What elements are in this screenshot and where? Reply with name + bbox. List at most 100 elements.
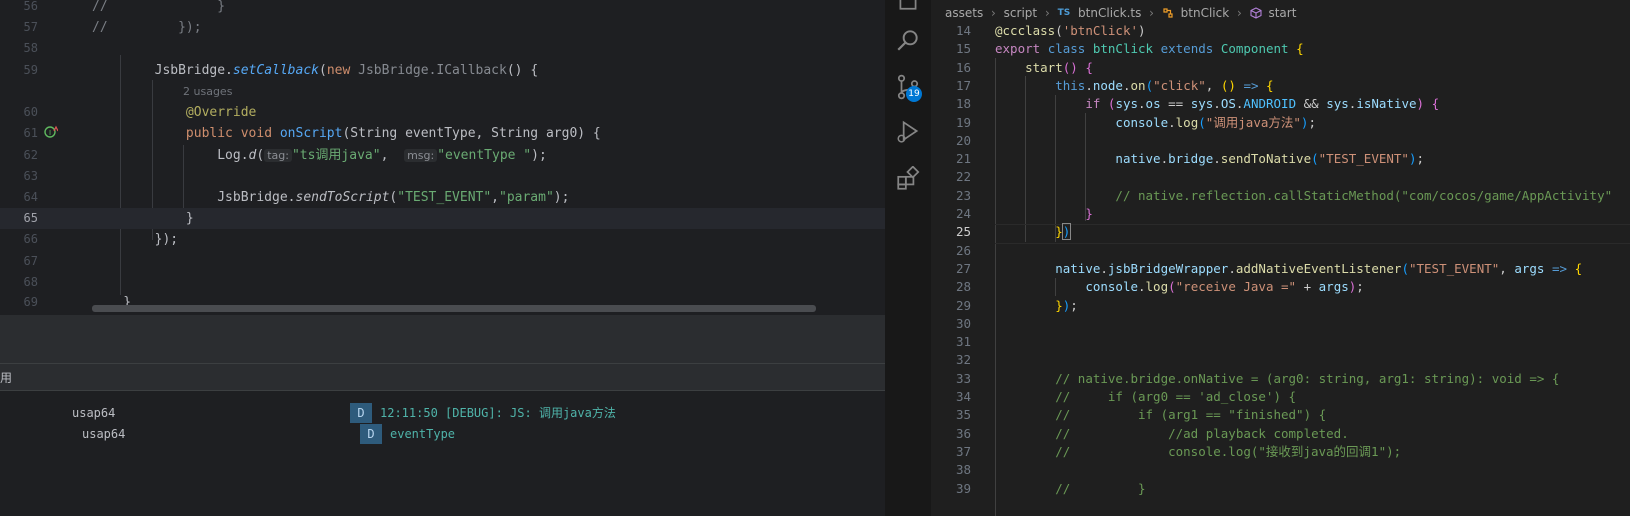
vscode-editor-pane: assets › script › TS btnClick.ts › btnCl… bbox=[931, 0, 1630, 516]
code-text[interactable]: public void onScript(String eventType, S… bbox=[92, 123, 601, 144]
code-line[interactable]: 34 // if (arg0 == 'ad_close') { bbox=[931, 388, 1630, 406]
code-line[interactable]: 15 export class btnClick extends Componen… bbox=[931, 40, 1630, 58]
line-number: 24 bbox=[955, 206, 971, 221]
code-line[interactable]: 25 }) bbox=[931, 223, 1630, 241]
code-line[interactable]: 18 if (sys.os == sys.OS.ANDROID && sys.i… bbox=[931, 95, 1630, 113]
code-line[interactable]: 17 this.node.on("click", () => { bbox=[931, 77, 1630, 95]
code-line[interactable]: 30 bbox=[931, 315, 1630, 333]
line-number: 19 bbox=[955, 114, 971, 130]
code-text[interactable]: // if (arg0 == 'ad_close') { bbox=[995, 388, 1296, 406]
code-text[interactable]: }) bbox=[995, 223, 1072, 241]
line-number: 29 bbox=[955, 297, 971, 313]
code-text[interactable]: console.log("调用java方法"); bbox=[995, 114, 1316, 132]
line-number: 59 bbox=[23, 63, 38, 77]
typescript-file-icon: TS bbox=[1057, 7, 1071, 18]
log-message[interactable]: eventType bbox=[390, 424, 455, 444]
code-text[interactable]: export class btnClick extends Component … bbox=[995, 40, 1304, 58]
java-code-editor[interactable]: 56 // } 57 // }); 58 59 JsbBridge.setCallback… bbox=[0, 0, 885, 315]
search-icon[interactable] bbox=[895, 27, 921, 53]
breadcrumb-item[interactable]: start bbox=[1268, 6, 1296, 20]
line-number: 14 bbox=[955, 23, 971, 38]
code-text[interactable]: } bbox=[92, 208, 194, 229]
code-line[interactable]: 57 // }); bbox=[0, 17, 885, 38]
code-line[interactable]: 31 bbox=[931, 333, 1630, 351]
code-line[interactable]: 61 public void onScript(String eventType… bbox=[0, 123, 885, 144]
code-line[interactable]: 37 // console.log("接收到java的回调1"); bbox=[931, 443, 1630, 461]
code-line[interactable]: 60 @Override bbox=[0, 102, 885, 123]
line-number: 27 bbox=[955, 260, 971, 276]
code-text[interactable]: Log.d(tag: "ts调用java", msg: "eventType "); bbox=[92, 145, 547, 166]
line-number: 22 bbox=[955, 169, 971, 185]
code-text[interactable]: // //ad playback completed. bbox=[995, 425, 1349, 443]
line-number: 67 bbox=[23, 254, 38, 268]
code-line[interactable]: 2 usages bbox=[0, 81, 885, 102]
panel-splitter[interactable] bbox=[0, 315, 885, 363]
code-line[interactable]: 64 JsbBridge.sendToScript("TEST_EVENT","… bbox=[0, 187, 885, 208]
extensions-icon[interactable] bbox=[895, 166, 921, 192]
breadcrumb-item[interactable]: btnClick.ts bbox=[1078, 6, 1141, 20]
log-message[interactable]: 12:11:50 [DEBUG]: JS: 调用java方法 bbox=[380, 403, 616, 423]
code-text[interactable]: // console.log("接收到java的回调1"); bbox=[995, 443, 1401, 461]
code-line[interactable]: 28 console.log("receive Java =" + args); bbox=[931, 278, 1630, 296]
run-debug-icon[interactable] bbox=[895, 118, 921, 144]
override-gutter-icon[interactable]: I bbox=[44, 125, 58, 139]
code-line[interactable]: 62 Log.d(tag: "ts调用java", msg: "eventType … bbox=[0, 145, 885, 166]
log-process: usap64 bbox=[82, 427, 126, 441]
code-text[interactable]: @Override bbox=[92, 102, 256, 123]
code-text[interactable]: if (sys.os == sys.OS.ANDROID && sys.isNa… bbox=[995, 95, 1439, 113]
files-icon[interactable] bbox=[895, 0, 921, 12]
code-line[interactable]: 27 native.jsbBridgeWrapper.addNativeEven… bbox=[931, 260, 1630, 278]
code-text[interactable]: // native.bridge.onNative = (arg0: strin… bbox=[995, 370, 1559, 388]
code-text[interactable]: native.jsbBridgeWrapper.addNativeEventLi… bbox=[995, 260, 1582, 278]
code-text[interactable]: // if (arg1 == "finished") { bbox=[995, 406, 1326, 424]
code-line[interactable]: 38 bbox=[931, 461, 1630, 479]
code-line[interactable]: 56 // } bbox=[0, 0, 885, 17]
code-text[interactable]: // } bbox=[92, 0, 225, 17]
code-line[interactable]: 59 JsbBridge.setCallback(new JsbBridge.I… bbox=[0, 60, 885, 81]
code-line[interactable]: 29 }); bbox=[931, 297, 1630, 315]
logcat-header: 用 bbox=[0, 364, 885, 391]
code-text[interactable]: JsbBridge.sendToScript("TEST_EVENT","par… bbox=[92, 187, 569, 208]
code-line[interactable]: 35 // if (arg1 == "finished") { bbox=[931, 406, 1630, 424]
code-line[interactable]: 14 @ccclass('btnClick') bbox=[931, 22, 1630, 40]
code-line[interactable]: 58 bbox=[0, 38, 885, 59]
code-line[interactable]: 24 } bbox=[931, 205, 1630, 223]
code-text[interactable]: console.log("receive Java =" + args); bbox=[995, 278, 1364, 296]
code-line[interactable]: 32 bbox=[931, 351, 1630, 369]
code-text[interactable]: JsbBridge.setCallback(new JsbBridge.ICal… bbox=[92, 60, 539, 81]
line-number: 15 bbox=[955, 41, 971, 57]
code-line[interactable]: 63 bbox=[0, 166, 885, 187]
breadcrumb-item[interactable]: assets bbox=[945, 6, 983, 20]
code-text[interactable]: }); bbox=[92, 229, 178, 250]
code-line[interactable]: 20 bbox=[931, 132, 1630, 150]
code-line[interactable]: 33 // native.bridge.onNative = (arg0: st… bbox=[931, 370, 1630, 388]
line-number: 30 bbox=[955, 315, 971, 331]
horizontal-scrollbar[interactable] bbox=[92, 305, 816, 312]
code-text[interactable]: }); bbox=[995, 297, 1078, 315]
code-text[interactable]: } bbox=[995, 205, 1093, 223]
breadcrumb-item[interactable]: btnClick bbox=[1181, 6, 1230, 20]
code-text[interactable]: // } bbox=[995, 480, 1145, 498]
code-line[interactable]: 65 } bbox=[0, 208, 885, 229]
code-text[interactable]: // native.reflection.callStaticMethod("c… bbox=[995, 187, 1612, 205]
code-line[interactable]: 66 }); bbox=[0, 229, 885, 250]
code-line[interactable]: 68 bbox=[0, 272, 885, 293]
code-line[interactable]: 22 bbox=[931, 168, 1630, 186]
code-line[interactable]: 39 // } bbox=[931, 480, 1630, 498]
code-line[interactable]: 16 start() { bbox=[931, 59, 1630, 77]
log-process: usap64 bbox=[72, 406, 116, 420]
code-line[interactable]: 36 // //ad playback completed. bbox=[931, 425, 1630, 443]
code-line[interactable]: 21 native.bridge.sendToNative("TEST_EVEN… bbox=[931, 150, 1630, 168]
code-text[interactable]: native.bridge.sendToNative("TEST_EVENT")… bbox=[995, 150, 1424, 168]
code-line[interactable]: 19 console.log("调用java方法"); bbox=[931, 114, 1630, 132]
code-text[interactable]: this.node.on("click", () => { bbox=[995, 77, 1273, 95]
code-text[interactable]: 2 usages bbox=[183, 81, 232, 102]
code-text[interactable]: start() { bbox=[995, 59, 1093, 77]
code-line[interactable]: 23 // native.reflection.callStaticMethod… bbox=[931, 187, 1630, 205]
code-text[interactable]: // }); bbox=[92, 17, 202, 38]
code-line[interactable]: 67 bbox=[0, 251, 885, 272]
breadcrumb-item[interactable]: script bbox=[1004, 6, 1037, 20]
line-number: 36 bbox=[955, 425, 971, 441]
code-line[interactable]: 26 bbox=[931, 242, 1630, 260]
code-text[interactable]: @ccclass('btnClick') bbox=[995, 22, 1146, 40]
